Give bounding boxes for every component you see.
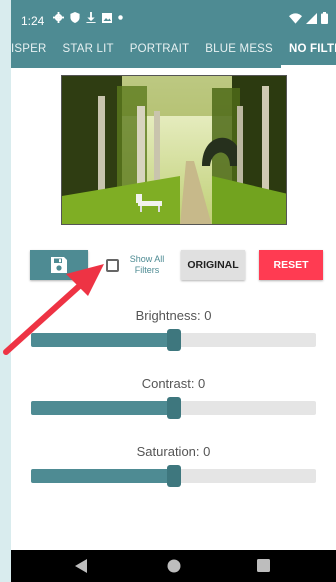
home-icon[interactable] [167,559,181,573]
contrast-slider-fill [31,401,174,415]
tab-whisper[interactable]: ISPER [11,38,55,68]
navigation-bar [11,550,336,582]
preview-image [61,75,287,225]
saturation-control: Saturation: 0 [11,444,336,487]
saturation-slider[interactable] [31,465,316,487]
download-icon [86,12,96,23]
tab-blue-mess[interactable]: BLUE MESS [197,38,281,68]
annotation-arrow [3,264,104,355]
tab-no-filter[interactable]: NO FILTER [280,38,336,68]
contrast-control: Contrast: 0 [11,376,336,419]
back-icon[interactable] [75,559,87,573]
battery-icon [321,12,328,24]
recents-icon[interactable] [257,559,270,572]
show-all-filters-label: Show All Filters [129,254,165,275]
original-button[interactable]: ORIGINAL [181,250,245,280]
brightness-slider-thumb[interactable] [166,329,181,351]
contrast-slider-thumb[interactable] [166,397,181,419]
notification-dot-icon [118,15,123,20]
shield-icon [70,12,80,23]
tab-star-lit[interactable]: STAR LIT [55,38,122,68]
settings-icon [53,12,64,23]
wifi-icon [289,12,302,24]
contrast-label: Contrast: 0 [141,376,206,391]
reset-button[interactable]: RESET [259,250,323,280]
saturation-slider-thumb[interactable] [166,465,181,487]
saturation-slider-fill [31,469,174,483]
filter-tabs: ISPER STAR LIT PORTRAIT BLUE MESS NO FIL… [11,38,336,68]
tab-portrait[interactable]: PORTRAIT [122,38,198,68]
saturation-label: Saturation: 0 [136,444,211,459]
image-icon [102,12,112,23]
contrast-slider[interactable] [31,397,316,419]
signal-icon [306,12,317,24]
status-time: 1:24 [21,14,45,28]
status-bar: 1:24 [11,0,336,40]
